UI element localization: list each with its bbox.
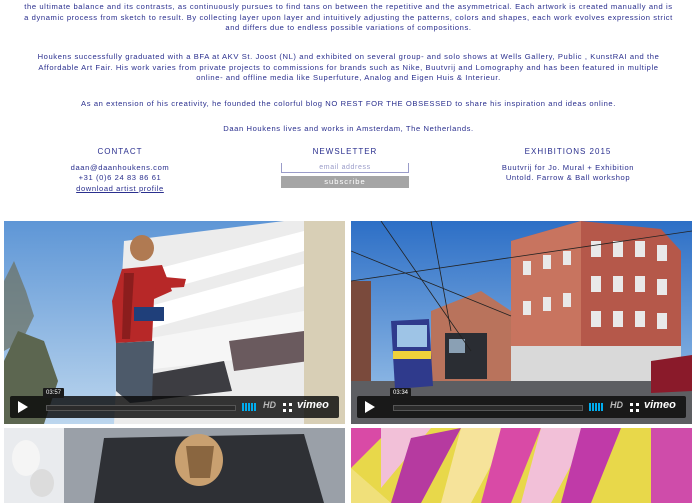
volume-icon[interactable] bbox=[589, 403, 603, 411]
newsletter-section: NEWSLETTER email address subscribe bbox=[280, 147, 410, 188]
bio-p2-line-1: Houkens successfully graduated with a BF… bbox=[37, 52, 660, 61]
hd-toggle[interactable]: HD bbox=[263, 400, 276, 410]
bio-p1-line-1: the ultimate balance and its contrasts, … bbox=[24, 2, 673, 11]
video-player-4[interactable] bbox=[351, 428, 692, 503]
exhibitions-section: EXHIBITIONS 2015 Buutvrij for Jo. Mural … bbox=[488, 147, 648, 184]
subscribe-button[interactable]: subscribe bbox=[281, 175, 409, 188]
download-artist-profile-link[interactable]: download artist profile bbox=[55, 184, 185, 195]
video-1-controls: 03:57 HD vimeo bbox=[10, 388, 339, 418]
video-1-progress-bar[interactable] bbox=[46, 405, 236, 411]
contact-phone: +31 (0)6 24 83 86 61 bbox=[78, 173, 162, 182]
bio-p1-line-3: and differs due to endless possible vari… bbox=[225, 23, 472, 32]
vimeo-logo[interactable]: vimeo bbox=[644, 399, 676, 411]
bio-paragraph-2: Houkens successfully graduated with a BF… bbox=[0, 52, 697, 84]
video-player-3[interactable] bbox=[4, 428, 345, 503]
video-thumbnail-artist-working bbox=[4, 428, 345, 503]
video-2-progress-bar[interactable] bbox=[393, 405, 583, 411]
video-player-2[interactable]: 03:34 HD vimeo bbox=[351, 221, 692, 424]
newsletter-heading: NEWSLETTER bbox=[312, 147, 378, 156]
fullscreen-icon[interactable] bbox=[283, 403, 292, 412]
bio-paragraph-3: As an extension of his creativity, he fo… bbox=[81, 99, 616, 108]
video-player-1[interactable]: 03:57 HD vimeo bbox=[4, 221, 345, 424]
bio-paragraph-1: the ultimate balance and its contrasts, … bbox=[0, 2, 697, 34]
bio-paragraph-4: Daan Houkens lives and works in Amsterda… bbox=[223, 124, 474, 133]
play-icon[interactable] bbox=[18, 401, 28, 413]
hd-toggle[interactable]: HD bbox=[610, 400, 623, 410]
contact-email[interactable]: daan@daanhoukens.com bbox=[55, 163, 185, 174]
exhibitions-heading: EXHIBITIONS 2015 bbox=[524, 147, 612, 156]
video-1-duration: 03:57 bbox=[43, 388, 65, 398]
contact-heading: CONTACT bbox=[97, 147, 143, 156]
bio-p2-line-2: Affordable Art Fair. His work varies fro… bbox=[38, 62, 659, 72]
email-address-input[interactable]: email address bbox=[281, 162, 409, 173]
video-2-duration: 03:34 bbox=[390, 388, 412, 398]
bio-p2-line-3: online- and offline media like Superfutu… bbox=[196, 73, 501, 82]
video-thumbnail-color-pattern bbox=[351, 428, 692, 503]
fullscreen-icon[interactable] bbox=[630, 403, 639, 412]
video-2-controls: 03:34 HD vimeo bbox=[357, 388, 686, 418]
volume-icon[interactable] bbox=[242, 403, 256, 411]
contact-section: CONTACT daan@daanhoukens.com +31 (0)6 24… bbox=[55, 147, 185, 194]
exhibition-item-1: Buutvrij for Jo. Mural + Exhibition bbox=[501, 162, 635, 172]
play-icon[interactable] bbox=[365, 401, 375, 413]
bio-p1-line-2: a dynamic process from sketch to result.… bbox=[24, 12, 673, 22]
vimeo-logo[interactable]: vimeo bbox=[297, 399, 329, 411]
exhibition-item-2: Untold. Farrow & Ball workshop bbox=[505, 173, 631, 182]
